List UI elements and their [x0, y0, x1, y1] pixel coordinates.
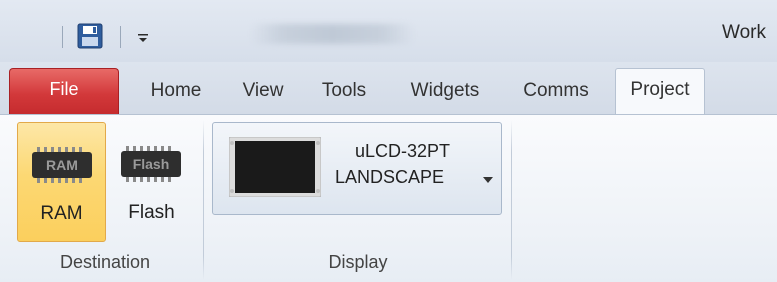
group-separator [203, 120, 204, 280]
tab-file[interactable]: File [9, 68, 119, 116]
display-module-icon [228, 136, 322, 198]
qat-separator [62, 26, 63, 48]
tab-widgets[interactable]: Widgets [394, 72, 496, 112]
tab-comms[interactable]: Comms [508, 72, 604, 112]
chevron-down-icon[interactable] [483, 177, 493, 183]
display-group-label: Display [328, 252, 388, 272]
ram-button-label: RAM [40, 203, 83, 224]
flash-chip-icon: Flash [120, 144, 182, 184]
blurred-document-name [250, 24, 415, 44]
customize-dropdown-icon[interactable] [137, 30, 149, 44]
window-title: Work [722, 22, 766, 43]
display-orientation: LANDSCAPE [335, 167, 445, 187]
qat-separator [120, 26, 121, 48]
save-icon[interactable] [76, 22, 104, 50]
ram-button[interactable]: RAM RAM [17, 122, 106, 242]
destination-group-label: Destination [59, 252, 151, 272]
title-bar: Work [0, 0, 777, 62]
flash-button[interactable]: Flash Flash [113, 122, 190, 242]
group-separator [511, 120, 512, 280]
svg-text:Flash: Flash [133, 156, 170, 172]
tab-home[interactable]: Home [138, 72, 214, 112]
tab-view[interactable]: View [228, 72, 298, 112]
tab-tools[interactable]: Tools [306, 72, 382, 112]
display-selector-button[interactable]: uLCD-32PT LANDSCAPE [212, 122, 502, 215]
svg-text:RAM: RAM [46, 157, 78, 173]
display-model-name: uLCD-32PT [355, 141, 451, 161]
tab-project[interactable]: Project [615, 68, 705, 116]
ram-chip-icon: RAM [31, 145, 93, 185]
flash-button-label: Flash [128, 202, 175, 223]
